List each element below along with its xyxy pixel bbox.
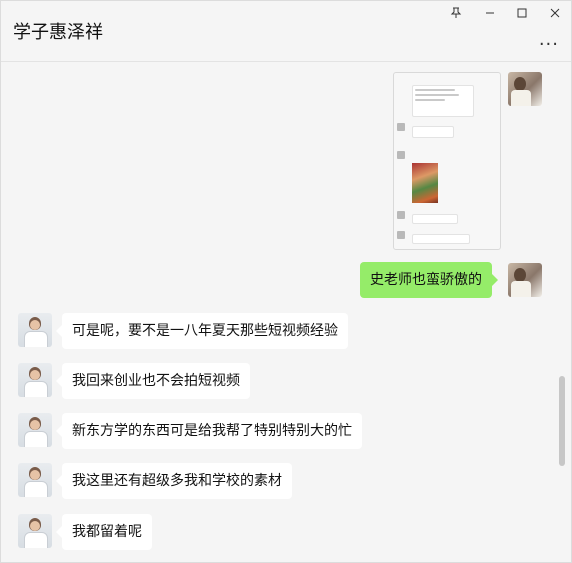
mini-line — [415, 89, 455, 91]
shared-screenshot-image[interactable] — [393, 72, 501, 250]
mini-card — [412, 234, 470, 244]
avatar-body — [511, 90, 531, 106]
contact-avatar[interactable] — [18, 413, 52, 447]
avatar-body — [24, 481, 48, 497]
avatar-body — [24, 431, 48, 447]
avatar-head — [514, 268, 526, 282]
my-message-bubble[interactable]: 史老师也蛮骄傲的 — [360, 262, 498, 298]
chat-window: 学子惠泽祥 ... 史老师也蛮骄傲的 可是呢，要不是一八年夏天那些短视频经验 我… — [0, 0, 572, 563]
avatar-face — [30, 521, 40, 531]
contact-message-bubble[interactable]: 新东方学的东西可是给我帮了特别特别大的忙 — [56, 413, 362, 449]
maximize-icon[interactable] — [510, 4, 534, 22]
avatar-body — [24, 532, 48, 548]
contact-message-bubble[interactable]: 我都留着呢 — [56, 514, 152, 550]
avatar-body — [24, 331, 48, 347]
pin-icon-glyph — [450, 7, 462, 18]
avatar-body — [24, 381, 48, 397]
chat-title: 学子惠泽祥 — [13, 22, 103, 43]
more-options-button[interactable]: ... — [539, 29, 559, 50]
avatar-face — [30, 420, 40, 430]
mini-card — [412, 126, 454, 138]
contact-message-bubble[interactable]: 我回来创业也不会拍短视频 — [56, 363, 250, 399]
avatar-face — [30, 370, 40, 380]
avatar-body — [511, 281, 531, 297]
scrollbar-thumb[interactable] — [559, 376, 565, 466]
contact-avatar[interactable] — [18, 313, 52, 347]
my-avatar[interactable] — [508, 72, 542, 106]
minimize-icon-glyph — [486, 12, 494, 14]
contact-message-bubble[interactable]: 我这里还有超级多我和学校的素材 — [56, 463, 292, 499]
close-icon-glyph — [550, 8, 560, 18]
mini-avatar — [397, 211, 405, 219]
message-list: 史老师也蛮骄傲的 可是呢，要不是一八年夏天那些短视频经验 我回来创业也不会拍短视… — [1, 62, 571, 562]
mini-avatar — [397, 151, 405, 159]
pin-icon[interactable] — [444, 4, 468, 22]
minimize-icon[interactable] — [478, 4, 502, 22]
avatar-head — [514, 77, 526, 91]
close-icon[interactable] — [543, 4, 567, 22]
mini-card — [412, 214, 458, 224]
maximize-icon-glyph — [517, 8, 527, 18]
mini-avatar — [397, 123, 405, 131]
avatar-face — [30, 470, 40, 480]
contact-avatar[interactable] — [18, 363, 52, 397]
avatar-face — [30, 320, 40, 330]
mini-avatar — [397, 231, 405, 239]
contact-message-bubble[interactable]: 可是呢，要不是一八年夏天那些短视频经验 — [56, 313, 348, 349]
my-avatar[interactable] — [508, 263, 542, 297]
contact-avatar[interactable] — [18, 463, 52, 497]
mini-line — [415, 94, 459, 96]
title-bar: 学子惠泽祥 ... — [1, 1, 571, 62]
contact-avatar[interactable] — [18, 514, 52, 548]
mini-line — [415, 99, 445, 101]
mini-photo — [412, 163, 438, 203]
